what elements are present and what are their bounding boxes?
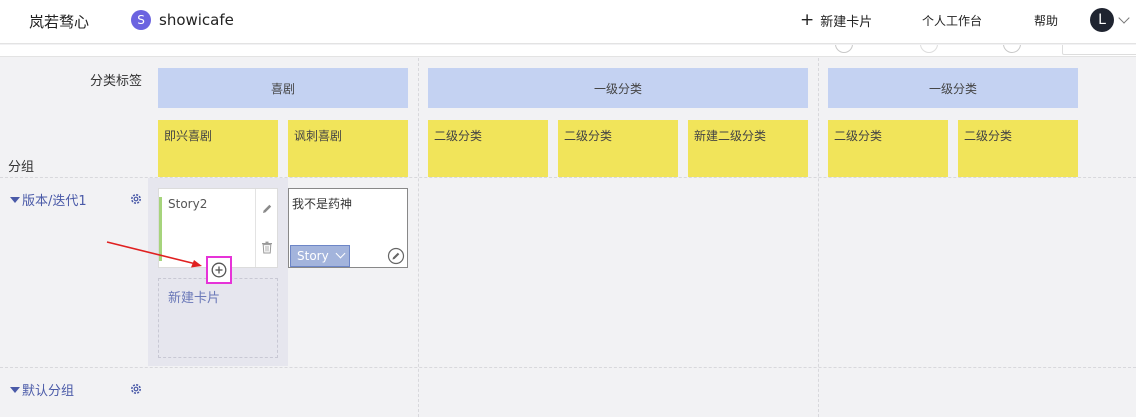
plus-circle-icon [211, 262, 227, 278]
category-level2[interactable]: 讽刺喜剧 [288, 120, 408, 177]
plus-icon: + [800, 10, 815, 30]
trash-icon[interactable] [261, 241, 273, 254]
edit-circle-icon[interactable] [387, 247, 405, 265]
toolbar-strip [0, 45, 1136, 57]
help-link[interactable]: 帮助 [1034, 12, 1058, 29]
group-version-iteration-1[interactable]: 版本/迭代1 [10, 190, 87, 209]
user-avatar: L [1090, 8, 1114, 32]
toolbar-control-icon[interactable] [920, 45, 938, 53]
new-card-placeholder[interactable]: 新建卡片 [158, 278, 278, 358]
card-title: 我不是药神 [292, 197, 353, 211]
group-default[interactable]: 默认分组 [10, 380, 74, 399]
chevron-down-icon [335, 248, 346, 259]
column-divider [818, 58, 819, 417]
top-bar: 岚若骛心 S showicafe + 新建卡片 个人工作台 帮助 L [0, 0, 1136, 44]
user-menu[interactable]: L [1090, 8, 1130, 32]
pencil-icon[interactable] [261, 203, 273, 215]
group-name: 版本/迭代1 [22, 194, 87, 209]
toolbar-control-icon[interactable] [835, 45, 853, 53]
annotation-arrow-icon [106, 241, 202, 268]
group-label: 分组 [8, 160, 35, 175]
category-level1[interactable]: 喜剧 [158, 68, 408, 108]
gear-icon[interactable] [129, 382, 143, 396]
project-name: showicafe [159, 11, 234, 29]
chevron-down-icon [1118, 12, 1130, 24]
category-level1[interactable]: 一级分类 [428, 68, 808, 108]
project-avatar: S [131, 10, 151, 30]
toolbar-search-input[interactable] [1062, 45, 1136, 55]
new-card-label: 新建卡片 [820, 15, 873, 30]
card-wo-bu-shi-yao-shen[interactable]: 我不是药神 Story [288, 188, 408, 268]
column-divider [418, 58, 419, 417]
category-level1[interactable]: 一级分类 [828, 68, 1078, 108]
row-divider [0, 367, 1136, 368]
category-level2[interactable]: 二级分类 [828, 120, 948, 177]
category-level2[interactable]: 新建二级分类 [688, 120, 808, 177]
brand-name[interactable]: 岚若骛心 [29, 11, 89, 32]
card-type-select[interactable]: Story [290, 245, 350, 267]
gear-icon[interactable] [129, 192, 143, 206]
workspace-link[interactable]: 个人工作台 [922, 12, 982, 29]
category-level2[interactable]: 二级分类 [558, 120, 678, 177]
category-label: 分类标签 [90, 74, 143, 89]
card-actions [255, 189, 277, 267]
category-level2[interactable]: 二级分类 [428, 120, 548, 177]
group-name: 默认分组 [22, 384, 75, 399]
toolbar-control-icon[interactable] [1003, 45, 1021, 53]
category-level2[interactable]: 二级分类 [958, 120, 1078, 177]
project-switcher[interactable]: S showicafe [131, 10, 234, 30]
card-title: Story2 [168, 197, 208, 211]
caret-down-icon [10, 196, 20, 203]
caret-down-icon [10, 386, 20, 393]
card-type-label: Story [297, 249, 329, 263]
new-card-button[interactable]: + 新建卡片 [800, 10, 873, 31]
category-level2[interactable]: 即兴喜剧 [158, 120, 278, 177]
